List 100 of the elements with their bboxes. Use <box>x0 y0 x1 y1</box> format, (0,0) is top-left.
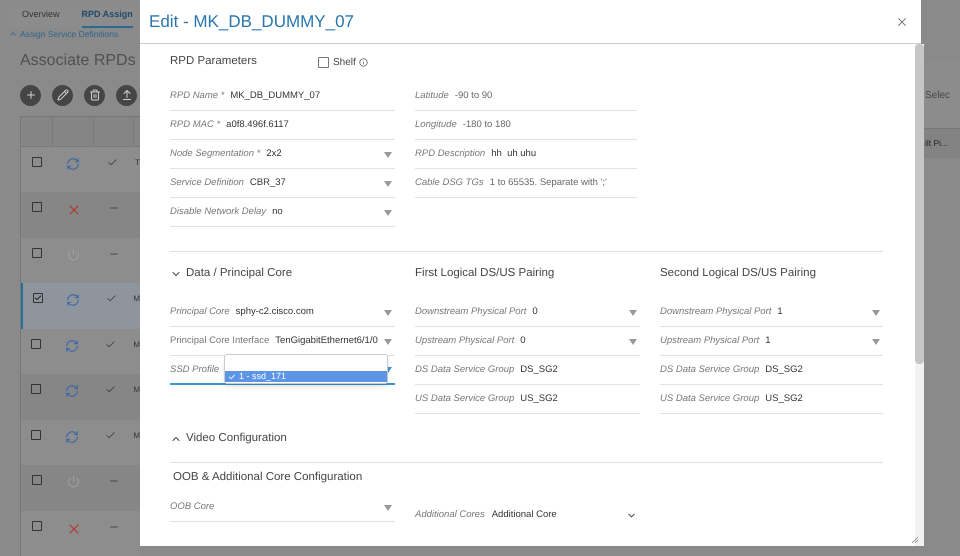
dropdown-arrow-icon <box>384 338 392 344</box>
dropdown-field[interactable]: Service Definition CBR_37 <box>170 170 395 198</box>
field-label: RPD MAC * <box>170 118 220 132</box>
text-input[interactable]: -180 to 180 <box>462 118 637 133</box>
row-checkbox[interactable] <box>32 520 42 530</box>
dropdown-field[interactable]: Downstream Physical Port 1 <box>660 299 883 327</box>
field-label: Latitude <box>415 89 449 104</box>
delete-button[interactable] <box>84 84 105 106</box>
field-label: Downstream Physical Port <box>415 305 526 320</box>
dropdown-field[interactable]: Principal Core sphy-c2.cisco.com <box>170 299 395 327</box>
text-input[interactable]: -90 to 90 <box>454 89 637 104</box>
dropdown-value: CBR_37 <box>250 176 286 190</box>
sync-icon <box>66 293 80 307</box>
shelf-checkbox[interactable] <box>318 56 329 68</box>
upload-button[interactable] <box>116 84 137 106</box>
sync-icon <box>64 384 79 398</box>
dropdown-value: 1 <box>765 334 771 348</box>
check-icon <box>105 384 116 395</box>
option-label: 1 - ssd_171 <box>239 370 286 383</box>
text-input[interactable]: hh uh uhu <box>491 147 637 162</box>
section-heading: Data / Principal Core <box>186 266 292 282</box>
dropdown-arrow-icon <box>384 504 392 510</box>
check-icon <box>105 430 116 440</box>
dropdown-value: TenGigabitEthernet6/1/0 <box>275 334 378 348</box>
text-input[interactable]: US_SG2 <box>520 392 640 407</box>
sync-icon <box>64 430 79 444</box>
dropdown-field[interactable]: Disable Network Delay no <box>170 199 395 227</box>
field-label: Node Segmentation * <box>170 147 260 162</box>
table-cell-text: M <box>132 338 140 350</box>
table-cell-text: M <box>132 293 140 305</box>
section-toggle[interactable]: Data / Principal Core <box>170 252 395 296</box>
section-heading: RPD Parameters <box>170 54 258 70</box>
field-label: Cable DSG TGs <box>415 176 484 190</box>
pencil-icon <box>56 89 68 101</box>
dropdown-value: 0 <box>532 305 538 320</box>
sync-icon <box>66 156 80 170</box>
text-input[interactable]: 1 to 65535. Separate with ';' <box>490 176 637 191</box>
trash-icon <box>88 89 100 101</box>
table-row[interactable]: M <box>21 374 140 420</box>
dropdown-field[interactable]: Upstream Physical Port 1 <box>660 328 883 356</box>
dropdown-arrow-icon <box>384 210 392 216</box>
power-icon <box>67 475 80 488</box>
row-checkbox[interactable] <box>31 338 42 348</box>
field-value: Additional Core <box>492 508 557 522</box>
dropdown-field[interactable]: Downstream Physical Port 0 <box>415 299 640 327</box>
field-label: US Data Service Group <box>415 392 514 406</box>
link-label: Assign Service Definitions <box>20 28 118 40</box>
text-input[interactable]: DS_SG2 <box>520 363 640 378</box>
text-input[interactable]: a0f8.496f.6117 <box>226 118 395 133</box>
resize-handle-icon[interactable] <box>911 536 918 543</box>
table-row[interactable]: M <box>21 283 140 328</box>
row-checkbox[interactable] <box>32 475 42 485</box>
edit-button[interactable] <box>52 84 73 106</box>
dropdown-field[interactable]: OOB Core <box>170 494 395 522</box>
field-label: RPD Description <box>415 147 486 162</box>
dropdown-value: no <box>272 205 283 220</box>
text-input[interactable]: MK_DB_DUMMY_07 <box>230 89 395 104</box>
text-input[interactable]: US_SG2 <box>765 392 883 407</box>
select-text: Selec <box>925 88 950 102</box>
field-label: OOB Core <box>170 500 214 514</box>
section-heading: Video Configuration <box>186 431 287 446</box>
scrollbar-thumb[interactable] <box>915 44 924 364</box>
row-checkbox[interactable] <box>33 293 44 303</box>
multiselect-field[interactable]: Additional Cores Additional Core <box>415 501 637 529</box>
section-toggle[interactable]: Video Configuration <box>170 424 287 454</box>
dropdown-field[interactable]: Upstream Physical Port 0 <box>415 328 640 356</box>
field-label: Upstream Physical Port <box>660 334 760 348</box>
section-heading: OOB & Additional Core Configuration <box>173 470 362 486</box>
dropdown-field[interactable]: Node Segmentation * 2x2 <box>170 141 395 169</box>
field-label: RPD Name * <box>170 89 224 104</box>
dropdown-arrow-icon <box>384 310 392 316</box>
field-label: Disable Network Delay <box>170 205 266 220</box>
check-icon <box>34 294 42 302</box>
plus-icon <box>24 89 36 101</box>
dropdown-arrow-icon <box>872 310 880 316</box>
row-checkbox[interactable] <box>32 248 42 258</box>
field-label: Upstream Physical Port <box>415 334 514 348</box>
field-label: Additional Cores <box>415 508 485 522</box>
check-icon <box>105 338 116 350</box>
field-label: Longitude <box>415 118 457 132</box>
row-checkbox[interactable] <box>32 156 42 166</box>
row-checkbox[interactable] <box>31 430 42 440</box>
dropdown-arrow-icon <box>629 338 637 344</box>
check-icon <box>106 156 118 168</box>
dropdown-value: sphy-c2.cisco.com <box>236 305 314 320</box>
table-cell-text: M <box>132 430 140 442</box>
row-checkbox[interactable] <box>32 202 42 212</box>
text-input[interactable]: DS_SG2 <box>765 363 883 378</box>
section-heading: First Logical DS/US Pairing <box>415 266 554 282</box>
tab[interactable]: Overview <box>22 8 60 28</box>
row-checkbox[interactable] <box>31 384 42 394</box>
field-label: Service Definition <box>170 176 244 190</box>
column-header: ilt Pi... <box>925 137 948 150</box>
checkbox-label: Shelf <box>333 56 356 70</box>
dialog-title: Edit - MK_DB_DUMMY_07 <box>149 10 354 33</box>
field-label: SSD Profile <box>170 362 220 377</box>
field-label: Downstream Physical Port <box>660 305 772 320</box>
add-button[interactable] <box>20 84 41 106</box>
dropdown-value: 2x2 <box>266 147 282 162</box>
field-label: Principal Core Interface <box>170 334 270 348</box>
